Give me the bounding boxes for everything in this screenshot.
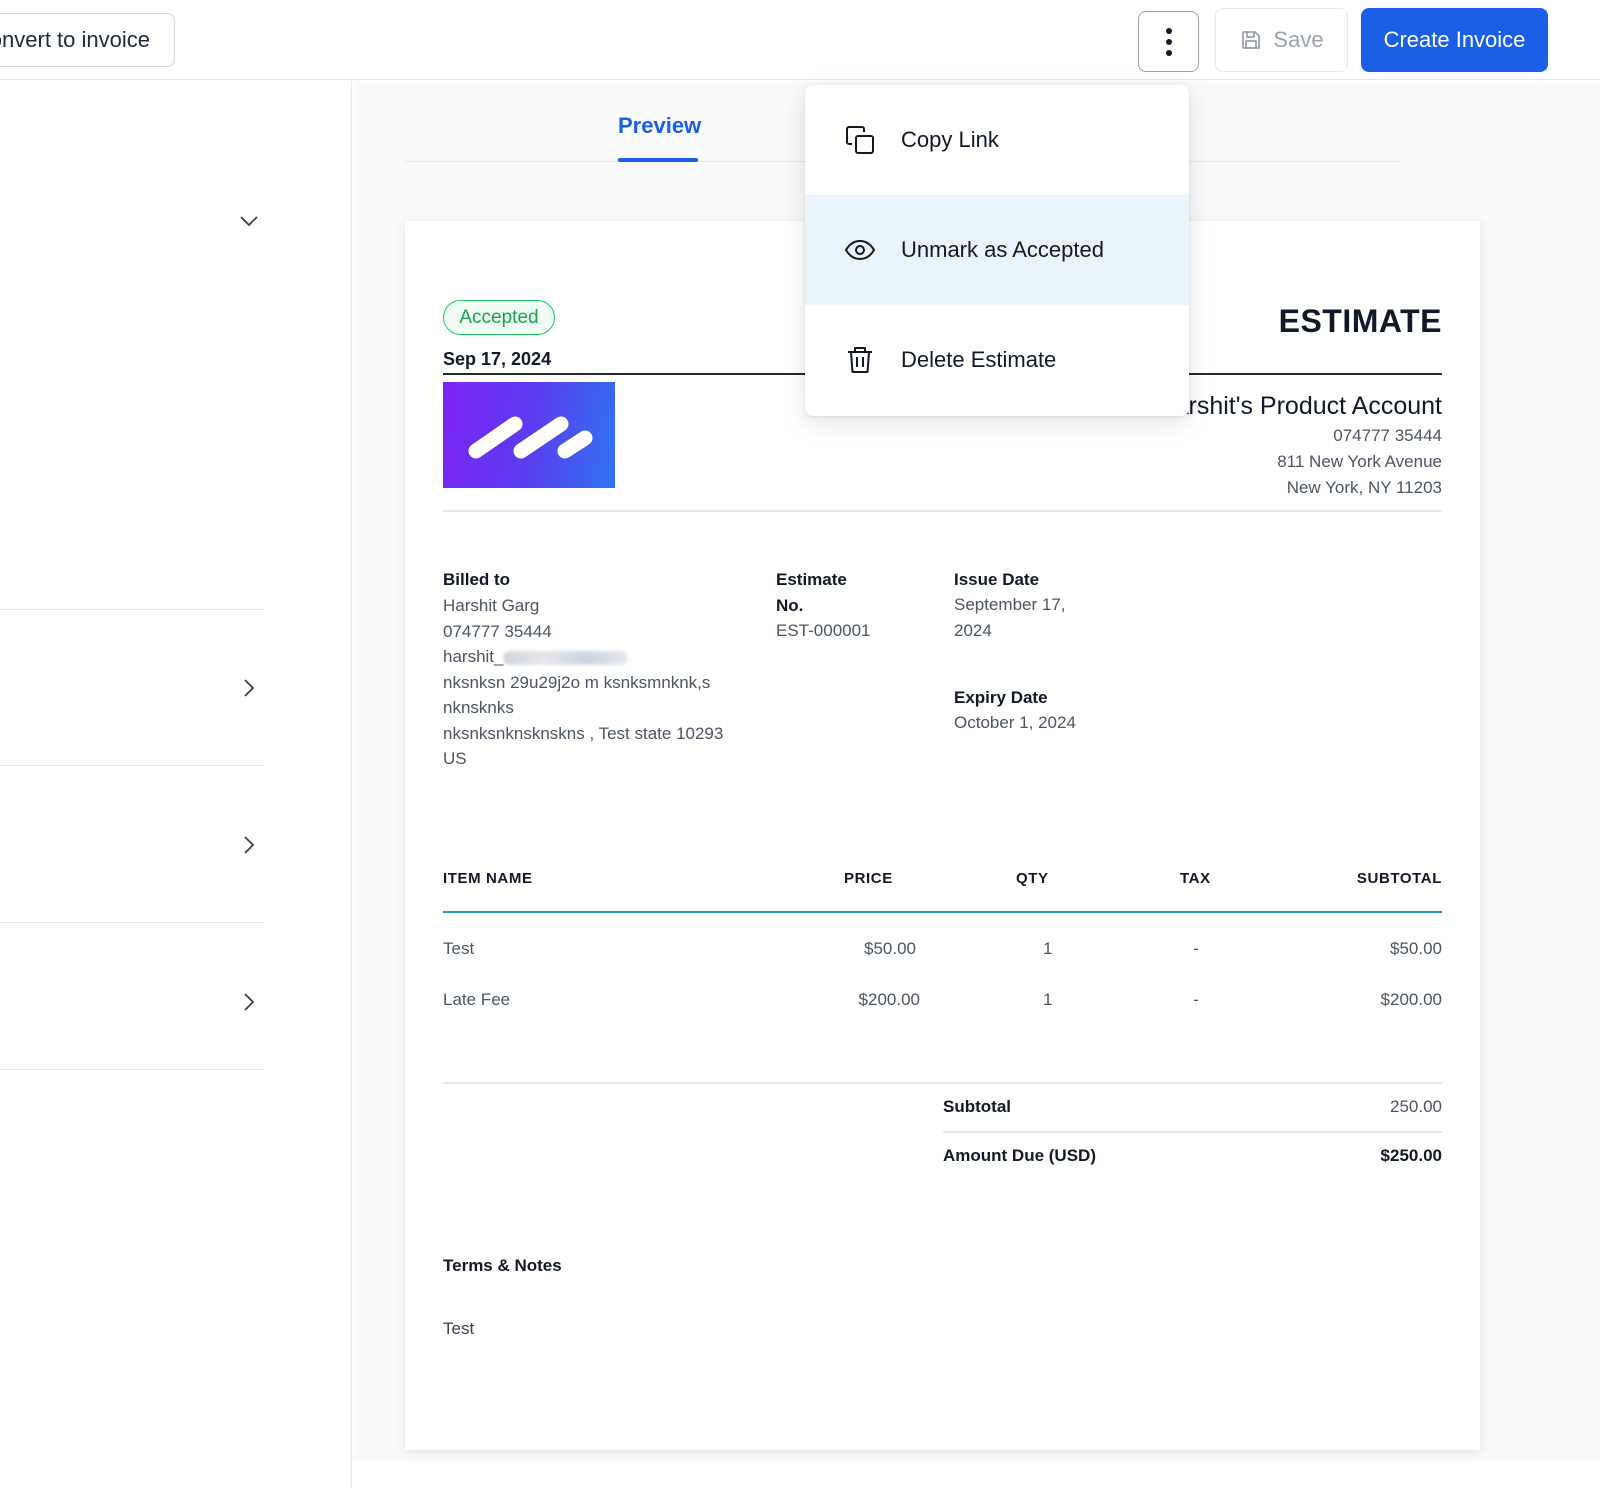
estimate-no-value: EST-000001 bbox=[776, 621, 871, 640]
client-country: US bbox=[443, 749, 467, 768]
copy-icon bbox=[843, 123, 877, 157]
menu-item-delete-estimate[interactable]: Delete Estimate bbox=[805, 305, 1189, 415]
row-qty: 1 bbox=[1043, 939, 1053, 958]
estimate-no-label: Estimate No. bbox=[776, 567, 847, 619]
amount-due-label: Amount Due (USD) bbox=[943, 1146, 1096, 1165]
totals-inner-rule bbox=[943, 1131, 1442, 1133]
row-tax: - bbox=[1193, 990, 1199, 1009]
client-phone: 074777 35444 bbox=[443, 621, 552, 641]
estimate-no-label-line1: Estimate bbox=[776, 570, 847, 589]
chevron-right-icon[interactable] bbox=[238, 677, 260, 699]
create-invoice-label: Create Invoice bbox=[1383, 27, 1526, 52]
terms-label: Terms & Notes bbox=[443, 1256, 562, 1275]
estimate-no-label-line2: No. bbox=[776, 596, 804, 615]
company-logo bbox=[443, 382, 615, 488]
client-address-line1: nksnksn 29u29j2o m ksnksmnknk,s bbox=[443, 672, 711, 692]
section-divider bbox=[0, 609, 264, 610]
issue-date-value: September 17, 2024 bbox=[954, 592, 1066, 643]
convert-to-invoice-label: Convert to invoice bbox=[0, 27, 150, 52]
row-price: $200.00 bbox=[858, 990, 920, 1009]
top-toolbar: Convert to invoice Save Create Invoice bbox=[0, 0, 1600, 80]
tab-active-indicator bbox=[618, 158, 698, 162]
company-info: Harshit's Product Account 074777 35444 8… bbox=[1157, 389, 1442, 501]
more-options-menu: Copy Link Unmark as Accepted Delete Esti… bbox=[805, 85, 1189, 416]
menu-item-label: Copy Link bbox=[901, 127, 999, 152]
menu-item-copy-link[interactable]: Copy Link bbox=[805, 85, 1189, 195]
subtotal-value: 250.00 bbox=[1390, 1097, 1442, 1116]
client-email-prefix: harshit_ bbox=[443, 647, 504, 666]
redacted-email bbox=[503, 650, 629, 665]
issue-date-label: Issue Date bbox=[954, 570, 1040, 589]
client-address-line3: nksnksnknsknskns , Test state 10293 bbox=[443, 723, 724, 743]
th-price: PRICE bbox=[844, 870, 893, 887]
floppy-disk-icon bbox=[1242, 31, 1261, 49]
row-price: $50.00 bbox=[864, 939, 916, 958]
row-qty: 1 bbox=[1043, 990, 1053, 1009]
subtotal-label: Subtotal bbox=[943, 1097, 1011, 1116]
row-subtotal: $200.00 bbox=[1380, 990, 1442, 1009]
row-tax: - bbox=[1193, 939, 1199, 958]
amount-due-value: $250.00 bbox=[1380, 1146, 1442, 1165]
menu-item-label: Delete Estimate bbox=[901, 347, 1057, 372]
totals-rule bbox=[443, 1082, 1442, 1084]
company-city: New York, NY 11203 bbox=[1286, 478, 1442, 497]
document-title: ESTIMATE bbox=[1278, 303, 1442, 339]
menu-item-label: Unmark as Accepted bbox=[901, 237, 1104, 262]
chevron-right-icon[interactable] bbox=[238, 991, 260, 1013]
more-vertical-icon bbox=[1165, 27, 1172, 56]
th-subtotal: SUBTOTAL bbox=[1356, 870, 1442, 887]
section-rule bbox=[443, 510, 1442, 512]
tab-preview[interactable]: Preview bbox=[618, 113, 701, 139]
row-subtotal: $50.00 bbox=[1390, 939, 1442, 958]
th-qty: QTY bbox=[1016, 870, 1049, 887]
billed-to-details: Harshit Garg 074777 35444 harshit_ nksnk… bbox=[443, 593, 763, 772]
company-phone: 074777 35444 bbox=[1333, 426, 1442, 445]
issue-date-line2: 2024 bbox=[954, 620, 992, 640]
expiry-date-label: Expiry Date bbox=[954, 688, 1048, 707]
billed-to-label: Billed to bbox=[443, 570, 511, 589]
section-divider bbox=[0, 922, 264, 923]
trash-icon bbox=[843, 343, 877, 377]
eye-icon bbox=[843, 233, 877, 267]
th-item-name: ITEM NAME bbox=[443, 870, 533, 887]
section-divider bbox=[0, 765, 264, 766]
th-tax: TAX bbox=[1180, 870, 1211, 887]
client-address-line2: nknsknks bbox=[443, 698, 514, 717]
left-settings-panel bbox=[0, 81, 352, 1488]
issue-date-line1: September 17, bbox=[954, 595, 1066, 614]
chevron-right-icon[interactable] bbox=[238, 834, 260, 856]
company-street: 811 New York Avenue bbox=[1277, 452, 1442, 471]
expiry-date-value: October 1, 2024 bbox=[954, 713, 1076, 732]
row-item: Late Fee bbox=[443, 990, 511, 1009]
company-name: Harshit's Product Account bbox=[1156, 392, 1442, 420]
client-email: harshit_ bbox=[443, 644, 763, 670]
create-invoice-button[interactable]: Create Invoice bbox=[1361, 8, 1548, 72]
row-item: Test bbox=[443, 939, 475, 958]
table-header-rule bbox=[443, 911, 1442, 913]
save-label: Save bbox=[1273, 27, 1324, 52]
client-name: Harshit Garg bbox=[443, 596, 540, 615]
convert-to-invoice-button[interactable]: Convert to invoice bbox=[0, 13, 175, 67]
terms-text: Test bbox=[443, 1319, 475, 1338]
menu-item-unmark-accepted[interactable]: Unmark as Accepted bbox=[805, 195, 1189, 305]
section-divider bbox=[0, 1069, 264, 1070]
document-date: Sep 17, 2024 bbox=[443, 349, 552, 369]
chevron-down-icon[interactable] bbox=[238, 210, 260, 232]
save-button[interactable]: Save bbox=[1215, 8, 1348, 72]
status-badge: Accepted bbox=[443, 300, 555, 335]
more-options-button[interactable] bbox=[1138, 11, 1199, 72]
